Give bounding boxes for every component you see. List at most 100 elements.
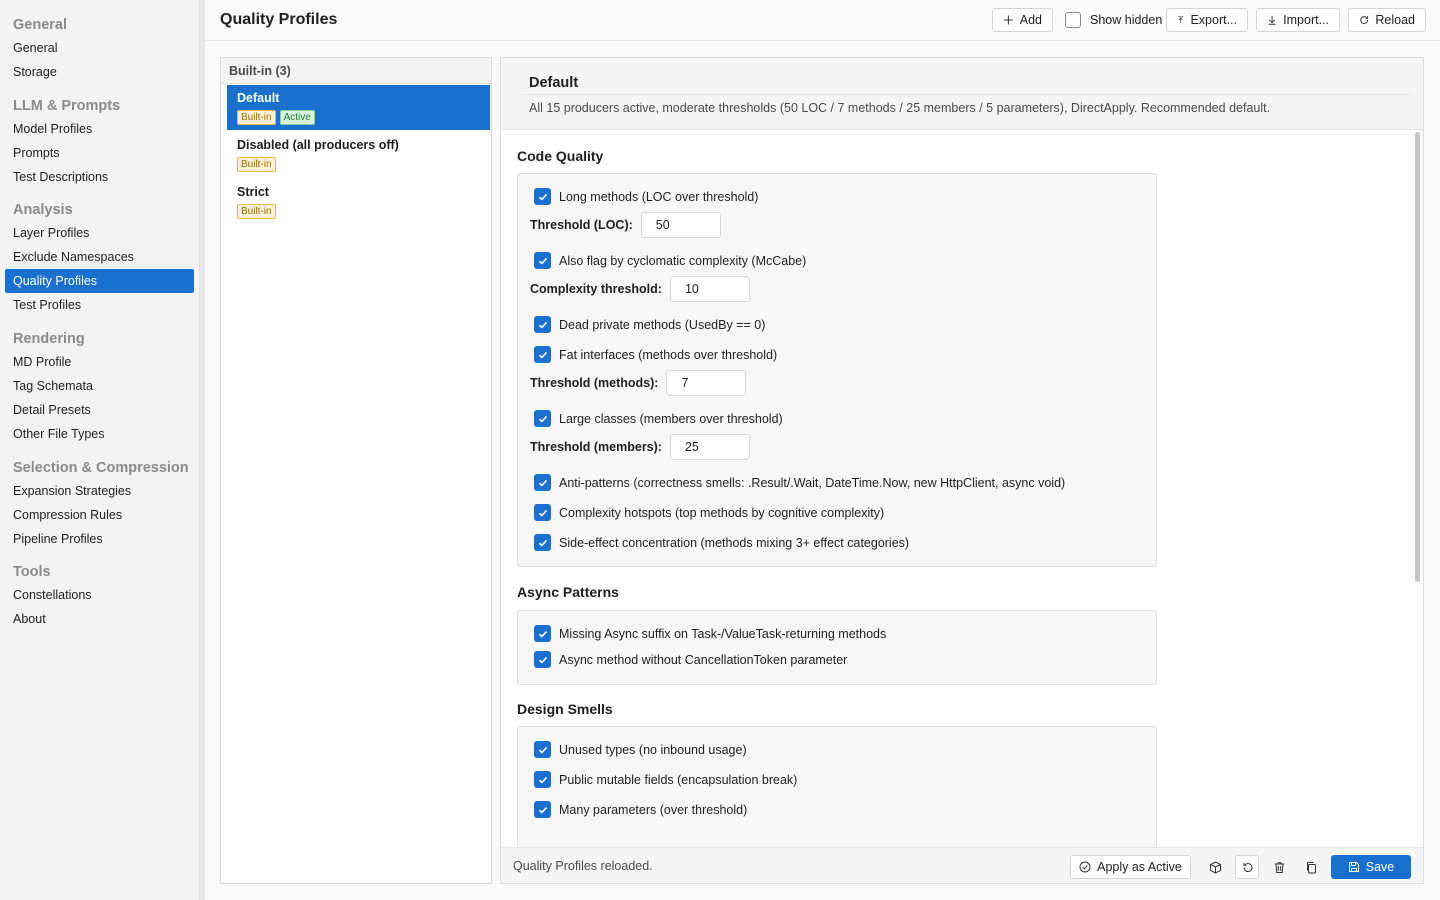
check-icon bbox=[534, 534, 551, 551]
threshold-loc-input[interactable] bbox=[640, 212, 721, 238]
threshold-methods-input[interactable] bbox=[666, 370, 747, 396]
download-icon bbox=[1268, 15, 1276, 25]
add-button[interactable]: Add bbox=[992, 8, 1053, 32]
nav-group-general: General General Storage bbox=[0, 14, 200, 84]
option-label: Unused types (no inbound usage) bbox=[559, 742, 747, 757]
section-box-code-quality: Long methods (LOC over threshold) Thresh… bbox=[517, 173, 1157, 567]
complexity-threshold-input[interactable] bbox=[669, 276, 750, 302]
toolbar: Quality Profiles Add Show hidden Export.… bbox=[205, 0, 1440, 41]
scrollbar[interactable] bbox=[1415, 132, 1420, 582]
profile-name: Default bbox=[237, 91, 280, 105]
show-hidden-checkbox[interactable]: Show hidden bbox=[1065, 8, 1162, 32]
check-icon bbox=[534, 625, 551, 642]
option-label: Dead private methods (UsedBy == 0) bbox=[559, 317, 766, 332]
check-icon bbox=[534, 316, 551, 333]
hotspots-checkbox[interactable]: Complexity hotspots (top methods by cogn… bbox=[534, 504, 884, 521]
nav-group-analysis: Analysis Layer Profiles Exclude Namespac… bbox=[0, 199, 200, 317]
reload-button[interactable]: Reload bbox=[1348, 8, 1426, 32]
sidebar-item-about[interactable]: About bbox=[5, 607, 194, 631]
options-scroll-area[interactable]: Code Quality Long methods (LOC over thre… bbox=[501, 131, 1423, 847]
sidebar-item-model-profiles[interactable]: Model Profiles bbox=[5, 117, 194, 141]
package-icon[interactable] bbox=[1203, 855, 1227, 879]
export-button[interactable]: Export... bbox=[1166, 8, 1248, 32]
import-button[interactable]: Import... bbox=[1256, 8, 1340, 32]
section-title-async-patterns: Async Patterns bbox=[517, 584, 619, 600]
check-icon bbox=[534, 801, 551, 818]
add-label: Add bbox=[1019, 13, 1042, 27]
sidebar-item-quality-profiles[interactable]: Quality Profiles bbox=[5, 269, 194, 293]
no-cancellation-token-checkbox[interactable]: Async method without CancellationToken p… bbox=[534, 651, 847, 668]
check-icon bbox=[534, 741, 551, 758]
sidebar-item-test-profiles[interactable]: Test Profiles bbox=[5, 293, 194, 317]
profile-name: Strict bbox=[237, 185, 269, 199]
sidebar-item-detail-presets[interactable]: Detail Presets bbox=[5, 398, 194, 422]
check-icon bbox=[534, 188, 551, 205]
fat-interfaces-checkbox[interactable]: Fat interfaces (methods over threshold) bbox=[534, 346, 777, 363]
save-button[interactable]: Save bbox=[1331, 855, 1411, 879]
section-box-design-smells: Unused types (no inbound usage) Public m… bbox=[517, 726, 1157, 847]
nav-group-selection: Selection & Compression Expansion Strate… bbox=[0, 457, 200, 551]
sidebar-item-compression-rules[interactable]: Compression Rules bbox=[5, 503, 194, 527]
profile-item-disabled[interactable]: Disabled (all producers off) Built-in bbox=[227, 132, 490, 177]
profile-detail: Default All 15 producers active, moderat… bbox=[500, 57, 1424, 884]
delete-icon[interactable] bbox=[1267, 855, 1291, 879]
builtin-badge: Built-in bbox=[237, 110, 276, 125]
option-label: Missing Async suffix on Task-/ValueTask-… bbox=[559, 626, 887, 641]
threshold-members-input[interactable] bbox=[669, 434, 750, 460]
nav-group-llm: LLM & Prompts Model Profiles Prompts Tes… bbox=[0, 95, 200, 189]
sidebar-item-expansion-strategies[interactable]: Expansion Strategies bbox=[5, 479, 194, 503]
cyclomatic-checkbox[interactable]: Also flag by cyclomatic complexity (McCa… bbox=[534, 252, 806, 269]
active-badge: Active bbox=[279, 110, 315, 125]
field-label: Threshold (LOC): bbox=[530, 218, 633, 232]
sidebar-item-general[interactable]: General bbox=[5, 36, 194, 60]
option-label: Long methods (LOC over threshold) bbox=[559, 189, 759, 204]
page-title: Quality Profiles bbox=[220, 11, 338, 28]
unused-types-checkbox[interactable]: Unused types (no inbound usage) bbox=[534, 741, 747, 758]
profile-item-default[interactable]: Default Built-in Active bbox=[227, 85, 490, 130]
apply-label: Apply as Active bbox=[1097, 860, 1182, 874]
anti-patterns-checkbox[interactable]: Anti-patterns (correctness smells: .Resu… bbox=[534, 474, 1065, 491]
duplicate-icon[interactable] bbox=[1299, 855, 1323, 879]
sidebar-item-storage[interactable]: Storage bbox=[5, 60, 194, 84]
builtin-badge: Built-in bbox=[237, 157, 276, 172]
detail-header: Default All 15 producers active, moderat… bbox=[501, 58, 1423, 130]
settings-sidebar: General General Storage LLM & Prompts Mo… bbox=[0, 0, 200, 900]
dead-private-checkbox[interactable]: Dead private methods (UsedBy == 0) bbox=[534, 316, 765, 333]
export-label: Export... bbox=[1190, 13, 1237, 27]
divider bbox=[521, 94, 1411, 95]
field-label: Threshold (members): bbox=[530, 440, 662, 454]
revert-icon[interactable] bbox=[1235, 855, 1259, 879]
option-label: Async method without CancellationToken p… bbox=[559, 652, 848, 667]
detail-footer: Quality Profiles reloaded. Apply as Acti… bbox=[501, 847, 1423, 883]
public-mutable-checkbox[interactable]: Public mutable fields (encapsulation bre… bbox=[534, 771, 797, 788]
threshold-members-field: Threshold (members): bbox=[530, 434, 750, 460]
section-title-design-smells: Design Smells bbox=[517, 701, 613, 717]
sidebar-item-constellations[interactable]: Constellations bbox=[5, 583, 194, 607]
check-icon bbox=[534, 474, 551, 491]
detail-description: All 15 producers active, moderate thresh… bbox=[529, 101, 1271, 115]
large-classes-checkbox[interactable]: Large classes (members over threshold) bbox=[534, 410, 783, 427]
sidebar-item-prompts[interactable]: Prompts bbox=[5, 141, 194, 165]
threshold-methods-field: Threshold (methods): bbox=[530, 370, 747, 396]
sidebar-item-md-profile[interactable]: MD Profile bbox=[5, 350, 194, 374]
sidebar-item-test-descriptions[interactable]: Test Descriptions bbox=[5, 165, 194, 189]
side-effect-checkbox[interactable]: Side-effect concentration (methods mixin… bbox=[534, 534, 909, 551]
long-methods-checkbox[interactable]: Long methods (LOC over threshold) bbox=[534, 188, 758, 205]
apply-as-active-button[interactable]: Apply as Active bbox=[1070, 855, 1191, 879]
profile-list: Built-in (3) Default Built-in Active Dis… bbox=[220, 57, 492, 884]
sidebar-item-other-file-types[interactable]: Other File Types bbox=[5, 422, 194, 446]
reload-label: Reload bbox=[1375, 13, 1415, 27]
profile-item-strict[interactable]: Strict Built-in bbox=[227, 179, 490, 224]
upload-icon bbox=[1178, 16, 1184, 24]
nav-header: Selection & Compression bbox=[13, 460, 189, 476]
sidebar-item-exclude-namespaces[interactable]: Exclude Namespaces bbox=[5, 245, 194, 269]
profile-group-header: Built-in (3) bbox=[221, 58, 491, 84]
sidebar-item-layer-profiles[interactable]: Layer Profiles bbox=[5, 221, 194, 245]
missing-async-suffix-checkbox[interactable]: Missing Async suffix on Task-/ValueTask-… bbox=[534, 625, 886, 642]
detail-title: Default bbox=[529, 75, 579, 91]
many-parameters-checkbox[interactable]: Many parameters (over threshold) bbox=[534, 801, 747, 818]
nav-header: Analysis bbox=[13, 202, 73, 218]
sidebar-item-pipeline-profiles[interactable]: Pipeline Profiles bbox=[5, 527, 194, 551]
save-label: Save bbox=[1365, 860, 1395, 874]
sidebar-item-tag-schemata[interactable]: Tag Schemata bbox=[5, 374, 194, 398]
